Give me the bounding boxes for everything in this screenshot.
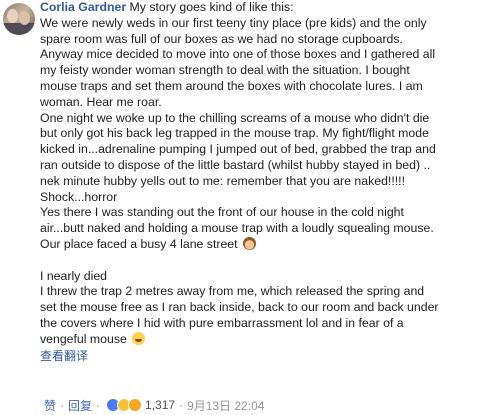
comment-line: Anyway mice decided to move into one of … xyxy=(40,47,436,62)
comment-line: air...butt naked and holding a mouse tra… xyxy=(40,221,434,236)
comment-line: set the mouse free as I ran back inside,… xyxy=(40,300,439,315)
comment-body: Corlia Gardner My story goes kind of lik… xyxy=(40,0,484,364)
comment-line: but only got his back leg trapped in the… xyxy=(40,126,429,141)
comment-line: We were newly weds in our first teeny ti… xyxy=(40,15,427,30)
reactions-summary[interactable] xyxy=(106,398,143,412)
comment-line: Shock...horror xyxy=(40,189,118,204)
author-name[interactable]: Corlia Gardner xyxy=(40,0,126,14)
woman-emoji-icon xyxy=(242,236,256,250)
comment-line: mouse traps and set them around the boxe… xyxy=(40,78,423,93)
comment-line: spare room was full of our boxes as we h… xyxy=(40,31,403,46)
comment-line: Our place faced a busy 4 lane street xyxy=(40,236,484,253)
avatar-body xyxy=(3,23,35,35)
comment-line: I nearly died xyxy=(40,268,107,283)
comment-line: I threw the trap 2 metres away from me, … xyxy=(40,284,425,299)
comment-line: my feisty wonder woman strength to deal … xyxy=(40,63,410,78)
comment-text: Our place faced a busy 4 lane street xyxy=(40,236,238,251)
avatar-face xyxy=(7,9,18,23)
comment-text: My story goes kind of like this: xyxy=(129,0,294,14)
comment-line: the covers where I hid with pure embarra… xyxy=(40,315,404,330)
comment-line: woman. Hear me roar. xyxy=(40,94,162,109)
reply-button[interactable]: 回复 xyxy=(68,397,92,414)
comment-line: kicked in...adrenaline pumping I jumped … xyxy=(40,142,436,157)
avatar-face xyxy=(19,11,30,25)
separator: · xyxy=(60,398,65,412)
comment: Corlia Gardner My story goes kind of lik… xyxy=(0,0,484,415)
wow-icon xyxy=(128,398,143,412)
comment-line: One night we woke up to the chilling scr… xyxy=(40,110,430,125)
separator: · xyxy=(179,398,184,412)
separator: · xyxy=(96,398,101,412)
comment-text: vengeful mouse xyxy=(40,331,127,346)
comment-line: Yes there I was standing out the front o… xyxy=(40,205,404,220)
comment-line: Corlia Gardner My story goes kind of lik… xyxy=(40,0,484,16)
comment-line: vengeful mouse xyxy=(40,331,484,348)
comment-line: nek minute hubby yells out to me: rememb… xyxy=(40,173,405,188)
reaction-count[interactable]: 1,317 xyxy=(145,398,175,412)
like-button[interactable]: 赞 xyxy=(44,397,56,414)
laughing-emoji-icon xyxy=(132,331,146,345)
see-translation-link[interactable]: 查看翻译 xyxy=(40,349,484,365)
timestamp[interactable]: 9月13日 22:04 xyxy=(187,397,264,414)
avatar[interactable] xyxy=(3,3,35,35)
comment-footer: 赞 · 回复 · 1,317 · 9月13日 22:04 xyxy=(44,397,264,413)
comment-line: ran outside to dispose of the little bas… xyxy=(40,157,431,172)
